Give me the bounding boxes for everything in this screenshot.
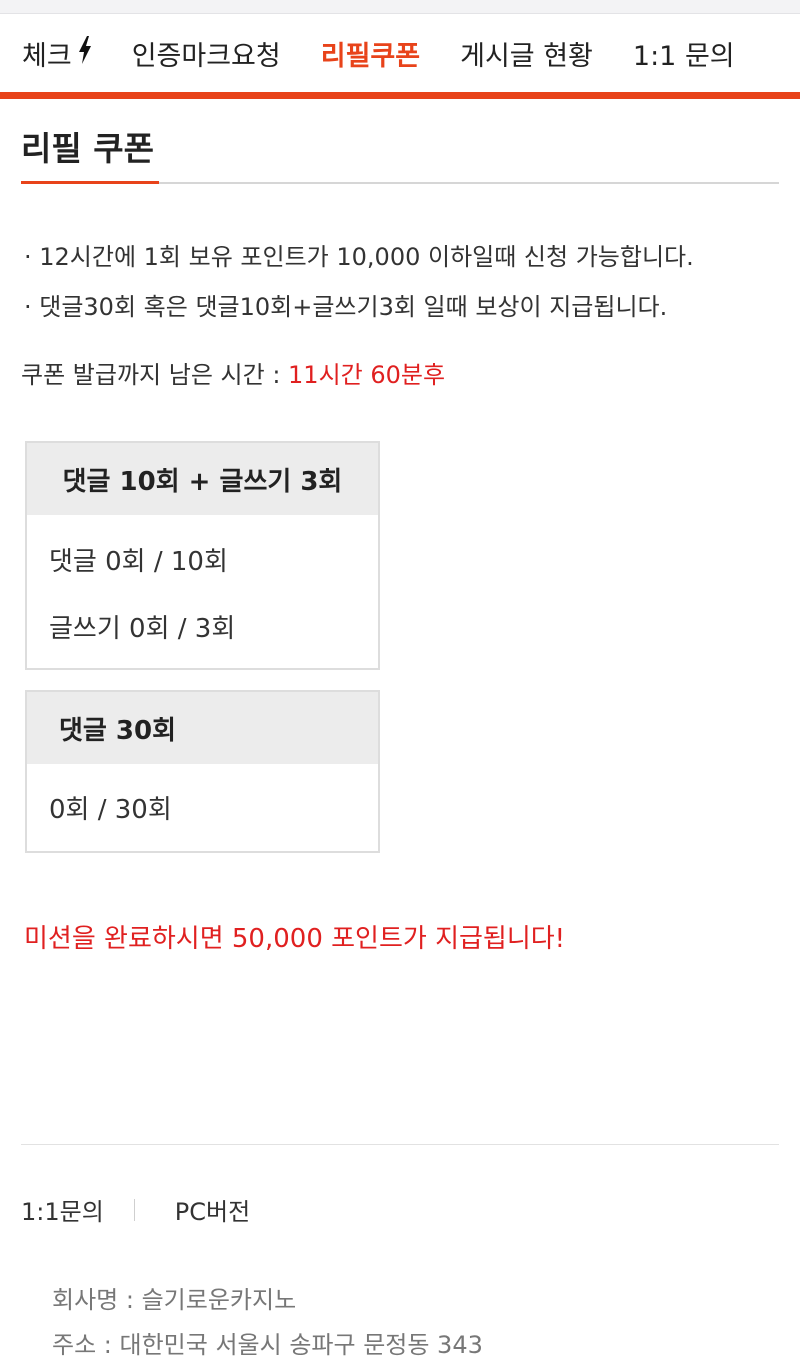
page-title: 리필 쿠폰 xyxy=(21,129,154,168)
nav-item-check-label: 체크 xyxy=(22,40,72,72)
company-name: 회사명 : 슬기로운카지노 xyxy=(52,1286,297,1314)
footer-links: 1:1문의 PC버전 xyxy=(21,1192,250,1227)
mission-title: 댓글 30회 xyxy=(27,692,378,764)
reward-message: 미션을 완료하시면 50,000 포인트가 지급됩니다! xyxy=(24,924,566,954)
mission-progress-comments: 댓글 0회 / 10회 xyxy=(49,547,228,577)
nav-accent-bar xyxy=(0,92,800,99)
nav-item-check[interactable]: 체크 xyxy=(0,34,112,73)
mission-box-comment-write: 댓글 10회 + 글쓰기 3회 댓글 0회 / 10회 글쓰기 0회 / 3회 xyxy=(25,441,380,670)
note-item: · 댓글30회 혹은 댓글10회+글쓰기3회 일때 보상이 지급됩니다. xyxy=(24,293,668,321)
footer-divider xyxy=(21,1144,779,1145)
company-address: 주소 : 대한민국 서울시 송파구 문정동 343 xyxy=(52,1331,483,1359)
footer-link-inquiry[interactable]: 1:1문의 xyxy=(21,1192,104,1227)
mission-box-comments: 댓글 30회 0회 / 30회 xyxy=(25,690,380,853)
title-underline xyxy=(21,181,159,184)
remaining-time-label: 쿠폰 발급까지 남은 시간 : xyxy=(21,361,289,389)
nav-item-inquiry[interactable]: 1:1 문의 xyxy=(613,34,755,73)
nav-item-refill-coupon[interactable]: 리필쿠폰 xyxy=(301,34,440,73)
note-item: · 12시간에 1회 보유 포인트가 10,000 이하일때 신청 가능합니다. xyxy=(24,243,694,271)
company-info: 회사명 : 슬기로운카지노 주소 : 대한민국 서울시 송파구 문정동 343 xyxy=(52,1278,483,1368)
remaining-time: 쿠폰 발급까지 남은 시간 : 11시간 60분후 xyxy=(21,355,445,390)
mission-progress-posts: 글쓰기 0회 / 3회 xyxy=(49,614,236,644)
footer-link-pc-version[interactable]: PC버전 xyxy=(175,1192,250,1227)
footer-separator xyxy=(133,1198,135,1221)
notes-list: · 12시간에 1회 보유 포인트가 10,000 이하일때 신청 가능합니다.… xyxy=(24,232,694,332)
mission-title: 댓글 10회 + 글쓰기 3회 xyxy=(27,443,378,515)
remaining-time-value: 11시간 60분후 xyxy=(288,361,446,389)
lightning-icon xyxy=(78,35,92,71)
top-strip xyxy=(0,0,800,14)
top-nav: 체크 인증마크요청 리필쿠폰 게시글 현황 1:1 문의 xyxy=(0,14,800,92)
mission-progress-comments: 0회 / 30회 xyxy=(49,795,172,825)
nav-item-post-status[interactable]: 게시글 현황 xyxy=(440,34,613,73)
nav-item-cert-mark[interactable]: 인증마크요청 xyxy=(112,34,301,73)
